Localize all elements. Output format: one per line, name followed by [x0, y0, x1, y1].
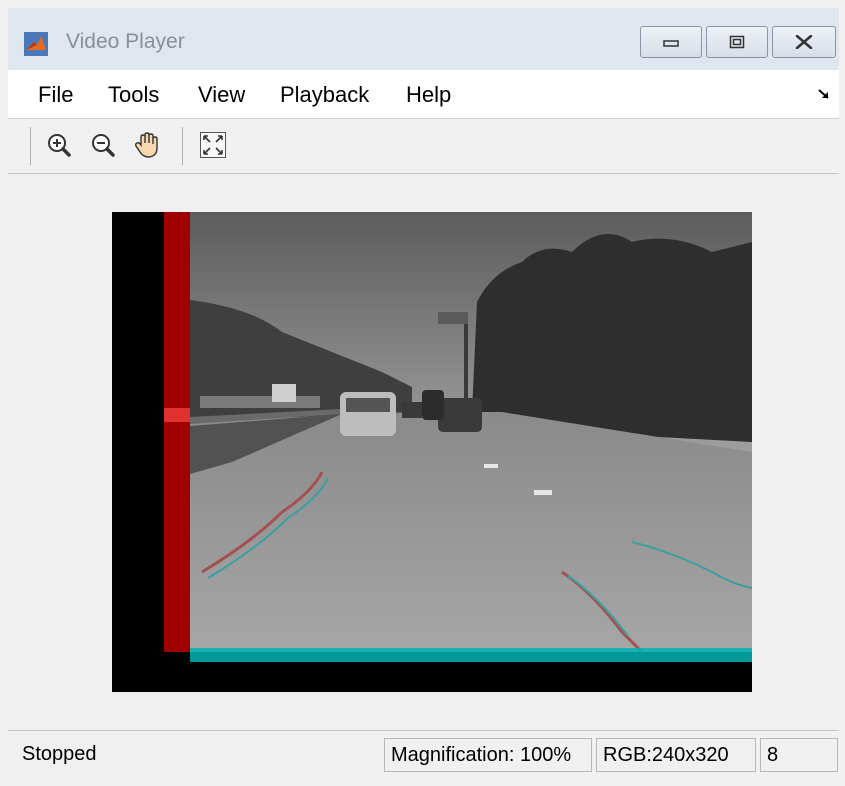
fit-to-window-icon — [200, 132, 226, 158]
video-frame-image — [112, 212, 752, 692]
fit-to-window-button[interactable] — [196, 128, 230, 162]
close-icon — [795, 35, 813, 49]
menu-file[interactable]: File — [38, 82, 73, 108]
matlab-logo-icon — [24, 32, 48, 56]
maximize-button[interactable] — [706, 26, 768, 58]
zoom-out-icon — [92, 134, 115, 157]
minimize-icon — [663, 40, 679, 47]
toolbar-separator — [182, 127, 183, 165]
menu-playback[interactable]: Playback — [280, 82, 369, 108]
pan-hand-icon — [134, 132, 158, 158]
image-format-field: RGB:240x320 — [596, 738, 756, 772]
toolbar-separator — [30, 127, 31, 165]
video-frame[interactable] — [112, 212, 752, 692]
magnification-field: Magnification: 100% — [384, 738, 592, 772]
playback-state: Stopped — [22, 743, 97, 765]
frame-number-field: 8 — [760, 738, 838, 772]
video-player-window: Video Player File Tools View Playback He… — [0, 0, 845, 786]
minimize-button[interactable] — [640, 26, 702, 58]
zoom-out-button[interactable] — [86, 128, 120, 162]
close-button[interactable] — [772, 26, 836, 58]
menu-view[interactable]: View — [198, 82, 245, 108]
zoom-in-icon — [48, 134, 71, 157]
maximize-icon — [729, 35, 745, 49]
zoom-in-button[interactable] — [42, 128, 76, 162]
pan-button[interactable] — [130, 128, 164, 162]
undock-arrow-icon[interactable] — [816, 86, 832, 102]
menu-tools[interactable]: Tools — [108, 82, 159, 108]
window-title: Video Player — [66, 30, 185, 53]
menu-help[interactable]: Help — [406, 82, 451, 108]
